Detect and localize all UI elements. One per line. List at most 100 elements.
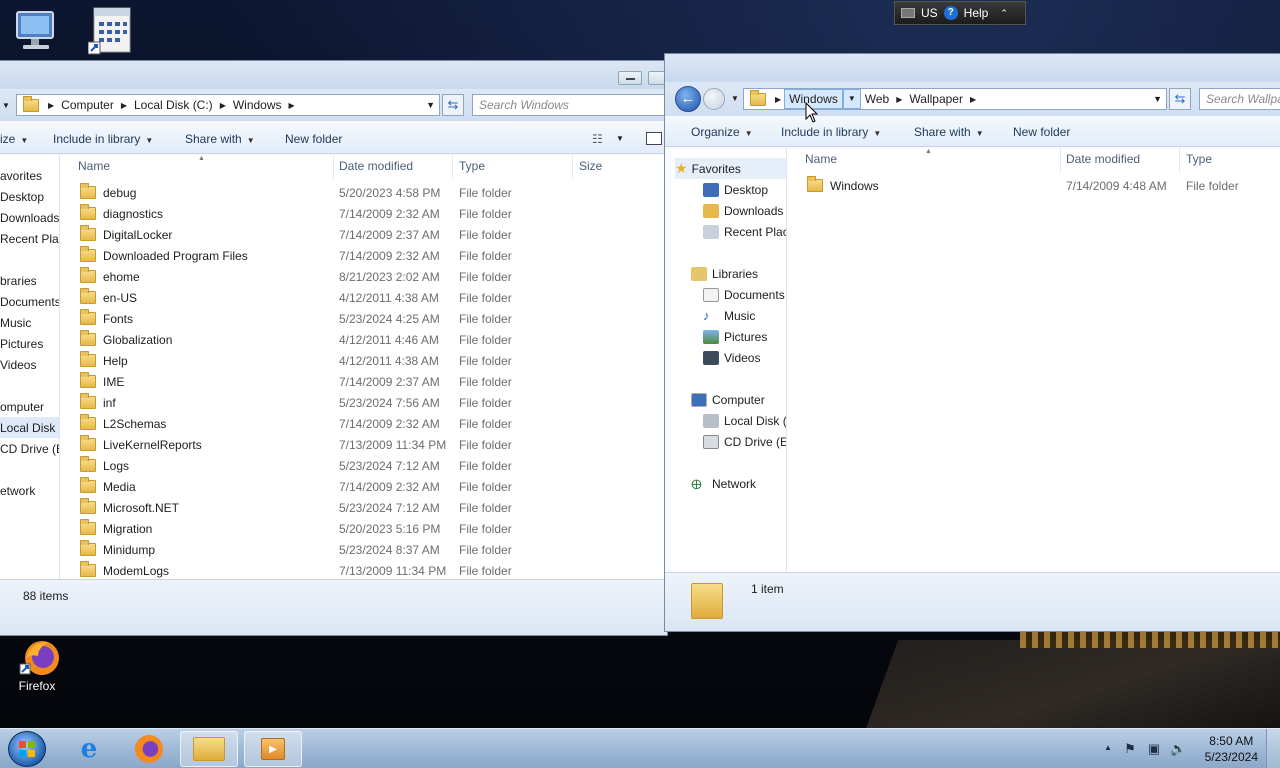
table-row[interactable]: Microsoft.NET 5/23/2024 7:12 AM File folde… [60,497,667,518]
help-label[interactable]: Help [964,6,989,20]
nav-music[interactable]: ♪ Music [703,305,755,326]
langbar-options-icon[interactable]: ⌃ [1000,8,1008,19]
nav-cd-drive[interactable]: CD Drive (E: [703,431,786,452]
organize-button[interactable]: ize ▼ [0,132,28,146]
breadcrumb-computer[interactable]: Computer [57,98,118,112]
keyboard-icon[interactable] [901,8,915,18]
nav-videos[interactable]: Videos [703,347,760,368]
nav-pictures[interactable]: Pictures [0,333,43,354]
nav-network[interactable]: etwork [0,480,35,501]
nav-network[interactable]: 🜨 Network [691,473,756,494]
include-in-library-button[interactable]: Include in library ▼ [781,125,881,139]
nav-favorites[interactable]: ★ Favorites [675,158,786,179]
column-size[interactable]: Size [573,155,663,179]
nav-documents[interactable]: Documents [0,291,59,312]
system-clock[interactable]: 8:50 AM 5/23/2024 [1205,733,1258,765]
table-row[interactable]: Downloaded Program Files 7/14/2009 2:32 A… [60,245,667,266]
taskbar-internet-explorer[interactable]: e [60,731,118,767]
column-type[interactable]: Type [453,155,573,179]
column-date-modified[interactable]: Date modified [333,155,453,179]
nav-libraries[interactable]: Libraries [691,263,758,284]
new-folder-button[interactable]: New folder [285,132,342,146]
nav-desktop[interactable]: Desktop [703,179,768,200]
nav-local-disk[interactable]: Local Disk ( [703,410,786,431]
nav-cd-drive[interactable]: CD Drive (E: [0,438,59,459]
organize-button[interactable]: Organize ▼ [691,125,753,139]
breadcrumb-windows[interactable]: Windows [229,98,286,112]
forward-button[interactable] [703,88,725,110]
refresh-button[interactable]: ⇆ [1169,88,1191,110]
nav-music[interactable]: Music [0,312,31,333]
table-row[interactable]: debug 5/20/2023 4:58 PM File folder [60,182,667,203]
nav-pictures[interactable]: Pictures [703,326,767,347]
breadcrumb-dropdown-icon[interactable]: ▼ [842,89,861,109]
nav-desktop[interactable]: Desktop [0,186,44,207]
breadcrumb-arrow-icon[interactable]: ▶ [118,101,130,110]
view-dropdown-icon[interactable]: ▼ [616,134,624,143]
table-row[interactable]: Help 4/12/2011 4:38 AM File folder [60,350,667,371]
taskbar-media-player[interactable]: ▶ [244,731,302,767]
breadcrumb-arrow-icon[interactable]: ▶ [893,95,905,104]
address-dropdown-icon[interactable]: ▼ [1153,94,1162,104]
table-row[interactable]: en-US 4/12/2011 4:38 AM File folder [60,287,667,308]
action-center-flag-icon[interactable]: ⚑ [1122,741,1138,757]
include-in-library-button[interactable]: Include in library ▼ [53,132,153,146]
column-type[interactable]: Type [1180,148,1280,172]
recent-pages-icon[interactable]: ▼ [731,94,739,103]
show-desktop-button[interactable] [1266,729,1280,768]
language-indicator[interactable]: US [921,6,938,20]
nav-computer[interactable]: Computer [691,389,765,410]
view-options-icon[interactable]: ☷ [592,132,603,146]
table-row[interactable]: Migration 5/20/2023 5:16 PM File folder [60,518,667,539]
volume-icon[interactable]: 🔈 [1170,741,1186,757]
table-row[interactable]: inf 5/23/2024 7:56 AM File folder [60,392,667,413]
table-row[interactable]: Logs 5/23/2024 7:12 AM File folder [60,455,667,476]
refresh-button[interactable]: ⇆ [442,94,464,116]
table-row[interactable]: diagnostics 7/14/2009 2:32 AM File folder [60,203,667,224]
calendar-shortcut-icon[interactable] [87,6,134,56]
nav-downloads[interactable]: Downloads [0,207,59,228]
table-row[interactable]: Globalization 4/12/2011 4:46 AM File folde… [60,329,667,350]
back-button[interactable]: ← [675,86,701,112]
nav-recent-places[interactable]: Recent Plac [703,221,786,242]
share-with-button[interactable]: Share with ▼ [185,132,255,146]
breadcrumb-web[interactable]: Web [861,92,893,106]
table-row[interactable]: Media 7/14/2009 2:32 AM File folder [60,476,667,497]
table-row[interactable]: IME 7/14/2009 2:37 AM File folder [60,371,667,392]
preview-pane-icon[interactable] [646,132,662,145]
recent-pages-icon[interactable]: ▼ [2,101,10,110]
table-row[interactable]: ModemLogs 7/13/2009 11:34 PM File folder [60,560,667,581]
nav-computer[interactable]: omputer [0,396,44,417]
breadcrumb-arrow-icon[interactable]: ▶ [217,101,229,110]
firefox-desktop-icon[interactable]: Firefox [8,638,66,700]
column-date-modified[interactable]: Date modified [1060,148,1180,172]
taskbar-windows-explorer[interactable] [180,731,238,767]
table-row[interactable]: L2Schemas 7/14/2009 2:32 AM File folder [60,413,667,434]
right-window-titlebar[interactable] [665,54,1280,82]
minimize-button[interactable] [618,71,642,85]
table-row[interactable]: DigitalLocker 7/14/2009 2:37 AM File folde… [60,224,667,245]
start-button[interactable] [8,731,46,767]
network-tray-icon[interactable]: ▣ [1146,741,1162,757]
table-row[interactable]: Fonts 5/23/2024 4:25 AM File folder [60,308,667,329]
right-search-input[interactable]: Search Wallpa [1199,88,1280,110]
help-icon[interactable]: ? [943,6,958,20]
nav-recent-places[interactable]: Recent Plac [0,228,59,249]
new-folder-button[interactable]: New folder [1013,125,1070,139]
nav-documents[interactable]: Documents [703,284,785,305]
taskbar-firefox[interactable] [120,731,178,767]
address-dropdown-icon[interactable]: ▼ [426,100,435,110]
nav-favorites[interactable]: avorites [0,165,42,186]
left-address-bar[interactable]: ▶ Computer ▶ Local Disk (C:) ▶ Windows ▶… [16,94,440,116]
breadcrumb-arrow-icon[interactable]: ▶ [286,101,298,110]
nav-local-disk[interactable]: Local Disk ( [0,417,59,438]
show-hidden-icons-icon[interactable]: ▲ [1100,743,1116,759]
breadcrumb-local-disk[interactable]: Local Disk (C:) [130,98,217,112]
table-row[interactable]: Minidump 5/23/2024 8:37 AM File folder [60,539,667,560]
breadcrumb-arrow-icon[interactable]: ▶ [772,95,784,104]
table-row[interactable]: ehome 8/21/2023 2:02 AM File folder [60,266,667,287]
breadcrumb-arrow-icon[interactable]: ▶ [967,95,979,104]
breadcrumb-arrow-icon[interactable]: ▶ [45,101,57,110]
nav-videos[interactable]: Videos [0,354,36,375]
left-search-input[interactable]: Search Windows [472,94,667,116]
